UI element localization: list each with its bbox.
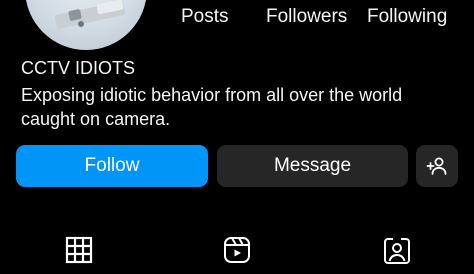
- posts-count-label[interactable]: Posts: [181, 6, 229, 28]
- follow-button[interactable]: Follow: [16, 145, 208, 187]
- tagged-icon: [384, 237, 410, 264]
- tab-tagged[interactable]: [383, 236, 411, 264]
- profile-bio: Exposing idiotic behavior from all over …: [21, 85, 403, 129]
- profile-avatar[interactable]: [25, 0, 147, 50]
- profile-screen: Posts Followers Following CCTV IDIOTS Ex…: [0, 0, 474, 274]
- following-count-label[interactable]: Following: [367, 6, 447, 28]
- add-person-icon: [426, 157, 447, 175]
- cctv-camera-icon: [54, 0, 126, 29]
- grid-icon: [65, 236, 93, 264]
- tab-posts-grid[interactable]: [65, 236, 93, 264]
- profile-name: CCTV IDIOTS: [21, 58, 136, 78]
- followers-count-label[interactable]: Followers: [266, 6, 347, 28]
- reels-icon: [224, 237, 250, 263]
- suggested-accounts-button[interactable]: [416, 145, 458, 187]
- message-button[interactable]: Message: [217, 145, 408, 187]
- tab-reels[interactable]: [223, 236, 251, 264]
